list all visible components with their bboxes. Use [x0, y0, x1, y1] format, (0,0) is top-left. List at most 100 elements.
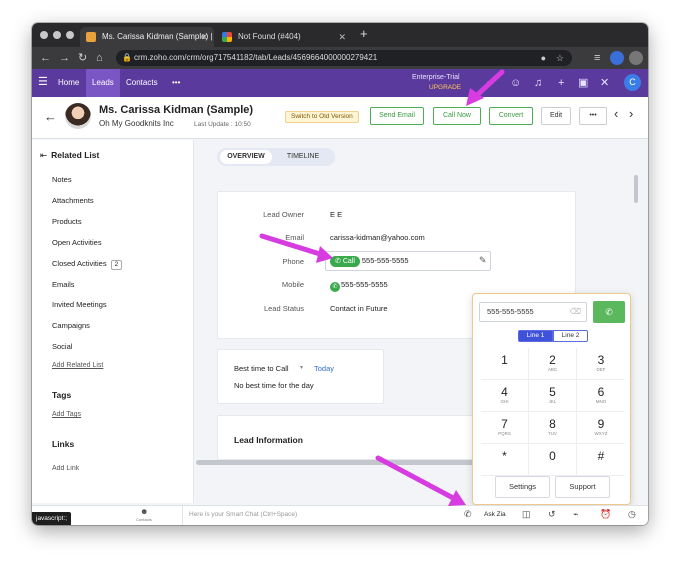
- back-arrow-icon[interactable]: ←: [40, 50, 51, 66]
- user-avatar[interactable]: C: [624, 74, 641, 91]
- refresh-icon[interactable]: ↺: [548, 509, 556, 520]
- add-tags-link[interactable]: Add Tags: [52, 411, 81, 418]
- best-time-filter[interactable]: Today: [314, 364, 334, 373]
- dial-key[interactable]: 0: [529, 444, 577, 476]
- users-icon[interactable]: ☺: [510, 77, 521, 89]
- nav-more[interactable]: •••: [166, 69, 186, 97]
- dial-number-input[interactable]: 555-555-5555 ⌫: [479, 302, 587, 322]
- reload-icon[interactable]: ↻: [78, 50, 87, 66]
- search-icon[interactable]: ⌕: [486, 77, 492, 89]
- dial-key[interactable]: 4 GHI: [481, 380, 529, 412]
- dial-key[interactable]: 8 TUV: [529, 412, 577, 444]
- tab-overview[interactable]: OVERVIEW: [220, 150, 272, 164]
- convert-button[interactable]: Convert: [489, 107, 533, 125]
- sidebar-item-notes[interactable]: Notes: [52, 175, 72, 184]
- signal-icon[interactable]: ⌁: [573, 509, 578, 520]
- calendar-icon[interactable]: ▣: [578, 77, 588, 89]
- nav-home[interactable]: Home: [52, 69, 85, 97]
- microphone-icon[interactable]: ●: [541, 50, 546, 66]
- send-email-button[interactable]: Send Email: [370, 107, 424, 125]
- bell-icon[interactable]: ♫: [534, 77, 542, 89]
- phone-icon[interactable]: ✆: [464, 509, 472, 520]
- forward-arrow-icon[interactable]: →: [59, 50, 70, 66]
- dial-key[interactable]: 9 WXYZ: [577, 412, 625, 444]
- sidebar-item-attachments[interactable]: Attachments: [52, 196, 94, 205]
- sidebar-item-open-activities[interactable]: Open Activities: [52, 238, 102, 247]
- reading-list-icon[interactable]: ≡: [594, 50, 600, 66]
- profile-extension-icon[interactable]: [610, 51, 624, 65]
- add-link-link[interactable]: Add Link: [52, 465, 79, 471]
- history-icon[interactable]: ◷: [628, 509, 636, 520]
- edit-pencil-icon[interactable]: ✎: [479, 255, 487, 266]
- field-label-mobile: Mobile: [281, 280, 304, 289]
- previous-record-icon[interactable]: ‹: [614, 106, 618, 121]
- more-actions-button[interactable]: •••: [579, 107, 607, 125]
- plus-icon[interactable]: +: [558, 77, 564, 89]
- backspace-icon[interactable]: ⌫: [570, 303, 581, 321]
- dial-key[interactable]: 2 ABC: [529, 348, 577, 380]
- sidebar-item-products[interactable]: Products: [52, 217, 82, 226]
- new-tab-button[interactable]: +: [360, 26, 368, 41]
- gamepad-icon[interactable]: ◫: [522, 509, 531, 520]
- call-now-button[interactable]: Call Now: [433, 107, 481, 125]
- browser-tab-inactive[interactable]: Not Found (#404) ✕: [216, 27, 352, 47]
- dial-key[interactable]: *: [481, 444, 529, 476]
- dial-support-button[interactable]: Support: [555, 476, 610, 498]
- field-value-mobile[interactable]: ✆ 555-555-5555: [330, 280, 388, 292]
- collapse-icon[interactable]: ⇤: [40, 150, 47, 160]
- window-zoom-dot[interactable]: [66, 31, 74, 39]
- dial-key[interactable]: 5 JKL: [529, 380, 577, 412]
- next-record-icon[interactable]: ›: [629, 106, 633, 121]
- dial-key[interactable]: 3 DEF: [577, 348, 625, 380]
- bookmark-star-icon[interactable]: ☆: [556, 50, 564, 66]
- back-arrow-icon[interactable]: ←: [44, 109, 57, 124]
- dial-settings-button[interactable]: Settings: [495, 476, 550, 498]
- nav-contacts[interactable]: Contacts: [120, 69, 164, 97]
- hamburger-menu-icon[interactable]: ☰: [38, 76, 48, 88]
- switch-old-version-button[interactable]: Switch to Old Version: [285, 111, 359, 123]
- alarm-clock-icon[interactable]: ⏰: [600, 509, 611, 520]
- upgrade-link[interactable]: UPGRADE: [429, 84, 461, 91]
- tab-title: Not Found (#404): [238, 32, 301, 41]
- related-list-title: Related List: [51, 150, 100, 160]
- dial-key[interactable]: #: [577, 444, 625, 476]
- url-bar[interactable]: 🔒 crm.zoho.com/crm/org717541182/tab/Lead…: [116, 50, 572, 66]
- browser-menu-icon[interactable]: [629, 51, 643, 65]
- line-2-tab[interactable]: Line 2: [553, 330, 588, 342]
- tab-close-icon[interactable]: ✕: [200, 27, 208, 47]
- dial-key[interactable]: 6 MNO: [577, 380, 625, 412]
- tab-timeline[interactable]: TIMELINE: [277, 150, 329, 164]
- contacts-icon[interactable]: ☻: [140, 507, 148, 516]
- field-value-email[interactable]: carissa-kidman@yahoo.com: [330, 233, 425, 242]
- window-minimize-dot[interactable]: [53, 31, 61, 39]
- smart-chat-input[interactable]: Here is your Smart Chat (Ctrl+Space): [189, 511, 297, 518]
- phone-icon: ✆: [335, 258, 341, 265]
- tools-icon[interactable]: ✕: [600, 77, 609, 89]
- field-value-lead-owner[interactable]: E E: [330, 210, 342, 219]
- add-related-list-link[interactable]: Add Related List: [52, 362, 103, 369]
- browser-tab-active[interactable]: Ms. Carissa Kidman (Sample) | ✕: [80, 27, 214, 47]
- vertical-scrollbar[interactable]: [634, 175, 638, 203]
- dial-key[interactable]: 1: [481, 348, 529, 380]
- call-pill-button[interactable]: ✆ Call: [330, 256, 360, 267]
- window-close-dot[interactable]: [40, 31, 48, 39]
- tab-close-icon[interactable]: ✕: [338, 27, 346, 47]
- horizontal-scrollbar[interactable]: [196, 460, 486, 465]
- sidebar-item-invited-meetings[interactable]: Invited Meetings: [52, 300, 107, 309]
- sidebar-item-emails[interactable]: Emails: [52, 280, 75, 289]
- related-list-heading: ⇤ Related List: [40, 150, 99, 161]
- line-1-tab[interactable]: Line 1: [518, 330, 553, 342]
- nav-leads[interactable]: Leads: [86, 69, 120, 97]
- tags-heading: Tags: [52, 390, 72, 400]
- sidebar-item-closed-activities[interactable]: Closed Activities 2: [52, 259, 123, 270]
- field-value-phone[interactable]: ✆ Call 555-555-5555: [330, 256, 409, 267]
- dial-call-button[interactable]: ✆: [593, 301, 625, 323]
- chevron-down-icon[interactable]: ▾: [300, 364, 303, 371]
- home-icon[interactable]: ⌂: [96, 50, 103, 66]
- edit-button[interactable]: Edit: [541, 107, 571, 125]
- ask-zia-button[interactable]: Ask Zia: [484, 511, 506, 518]
- field-value-lead-status[interactable]: Contact in Future: [330, 304, 388, 313]
- sidebar-item-campaigns[interactable]: Campaigns: [52, 321, 90, 330]
- sidebar-item-social[interactable]: Social: [52, 342, 72, 351]
- dial-key[interactable]: 7 PQRS: [481, 412, 529, 444]
